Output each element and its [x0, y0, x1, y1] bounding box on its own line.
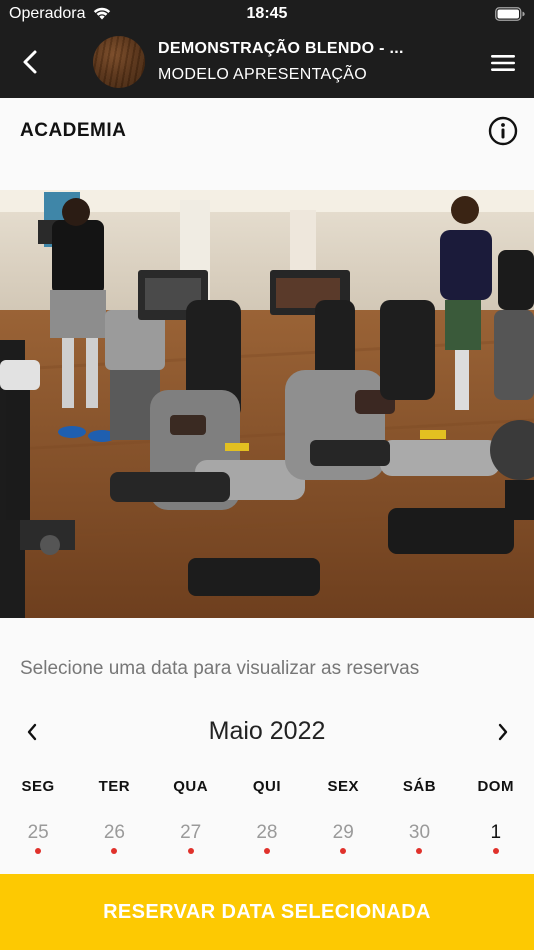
calendar-day[interactable]: 30 [381, 822, 457, 862]
weekday-label: SEG [21, 778, 55, 795]
chevron-left-icon [23, 50, 37, 74]
day-number: 29 [332, 822, 354, 843]
info-button[interactable] [488, 116, 518, 146]
clock: 18:45 [246, 5, 288, 22]
reserve-date-button[interactable]: RESERVAR DATA SELECIONADA [0, 874, 534, 950]
page-title: ACADEMIA [20, 120, 127, 141]
weekday-label: QUA [173, 778, 209, 795]
avatar [93, 36, 145, 88]
section-header: ACADEMIA [0, 98, 534, 190]
calendar-day[interactable]: 27 [153, 822, 229, 862]
weekday-label: SÁB [402, 778, 437, 795]
day-number: 26 [103, 822, 125, 843]
weekday-label: TER [98, 778, 131, 795]
month-label: Maio 2022 [208, 717, 326, 745]
calendar-day[interactable]: 26 [76, 822, 152, 862]
battery-icon [495, 7, 525, 26]
event-dot [340, 848, 347, 854]
event-dot [492, 848, 499, 854]
day-number: 30 [408, 822, 431, 843]
day-number: 28 [256, 822, 278, 843]
month-selector: Maio 2022 [0, 712, 534, 752]
calendar-day[interactable]: 1 [458, 822, 534, 862]
nav-bar: DEMONSTRAÇÃO BLENDO - ... MODELO APRESEN… [0, 28, 534, 98]
nav-subtitle: MODELO APRESENTAÇÃO [158, 66, 368, 83]
day-number: 27 [180, 822, 202, 843]
event-dot [416, 848, 423, 854]
calendar-week-row: 25 26 27 28 29 30 1 [0, 822, 534, 862]
hamburger-menu-icon [491, 55, 515, 71]
event-dot [263, 848, 270, 854]
calendar-day[interactable]: 25 [0, 822, 76, 862]
weekday-header: SEG TER QUA QUI SEX SÁB DOM [0, 778, 534, 800]
event-dot [111, 848, 118, 854]
back-button[interactable] [12, 44, 48, 80]
status-bar: Operadora 18:45 [0, 0, 534, 28]
event-dot [187, 848, 194, 854]
event-dot [35, 848, 42, 854]
next-month-button[interactable] [489, 718, 517, 746]
weekday-label: QUI [252, 778, 282, 795]
gym-photo [0, 190, 534, 618]
info-icon [488, 116, 518, 146]
weekday-label: DOM [477, 778, 514, 795]
calendar-day[interactable]: 29 [305, 822, 381, 862]
day-number: 25 [27, 822, 49, 843]
weekday-label: SEX [327, 778, 359, 795]
chevron-right-icon [498, 723, 508, 741]
calendar-instruction: Selecione uma data para visualizar as re… [20, 658, 420, 679]
nav-title: DEMONSTRAÇÃO BLENDO - ... [158, 40, 404, 57]
day-number: 1 [490, 822, 502, 843]
calendar-day[interactable]: 28 [229, 822, 305, 862]
menu-button[interactable] [487, 47, 519, 79]
